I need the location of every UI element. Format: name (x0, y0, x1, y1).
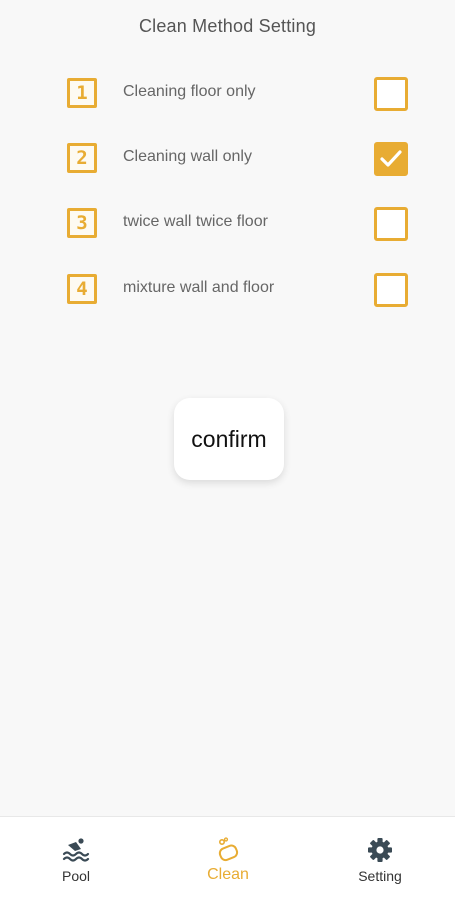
number-badge-text: 1 (76, 81, 88, 104)
gear-icon (368, 838, 392, 862)
option-row-3: 3 twice wall twice floor (0, 207, 455, 245)
sponge-icon (218, 837, 239, 862)
bottom-nav: Pool Clean Setting (0, 816, 455, 901)
checkbox-floor-only[interactable] (374, 77, 408, 111)
number-badge-text: 2 (76, 146, 88, 169)
number-badge-text: 4 (76, 277, 88, 300)
number-badge-4: 4 (67, 274, 97, 304)
number-badge-text: 3 (76, 211, 88, 234)
swimmer-icon (62, 838, 90, 862)
checkbox-mixture-wall-floor[interactable] (374, 273, 408, 307)
nav-item-clean[interactable]: Clean (152, 817, 304, 901)
nav-item-pool[interactable]: Pool (0, 817, 152, 901)
number-badge-1: 1 (67, 78, 97, 108)
number-badge-2: 2 (67, 143, 97, 173)
option-row-4: 4 mixture wall and floor (0, 273, 455, 311)
checkmark-icon (380, 150, 402, 167)
option-row-1: 1 Cleaning floor only (0, 77, 455, 115)
nav-label-pool: Pool (61, 868, 91, 884)
option-label-3: twice wall twice floor (123, 213, 268, 230)
nav-label-clean: Clean (207, 866, 249, 883)
option-label-1: Cleaning floor only (123, 83, 256, 100)
number-badge-3: 3 (67, 208, 97, 238)
option-label-2: Cleaning wall only (123, 148, 252, 165)
option-label-4: mixture wall and floor (123, 279, 275, 296)
checkbox-twice-wall-twice-floor[interactable] (374, 207, 408, 241)
nav-item-setting[interactable]: Setting (304, 817, 455, 901)
checkbox-wall-only[interactable] (374, 142, 408, 176)
option-row-2: 2 Cleaning wall only (0, 142, 455, 180)
confirm-button[interactable]: confirm (174, 398, 284, 480)
page-title: Clean Method Setting (138, 16, 317, 36)
nav-label-setting: Setting (358, 868, 402, 884)
